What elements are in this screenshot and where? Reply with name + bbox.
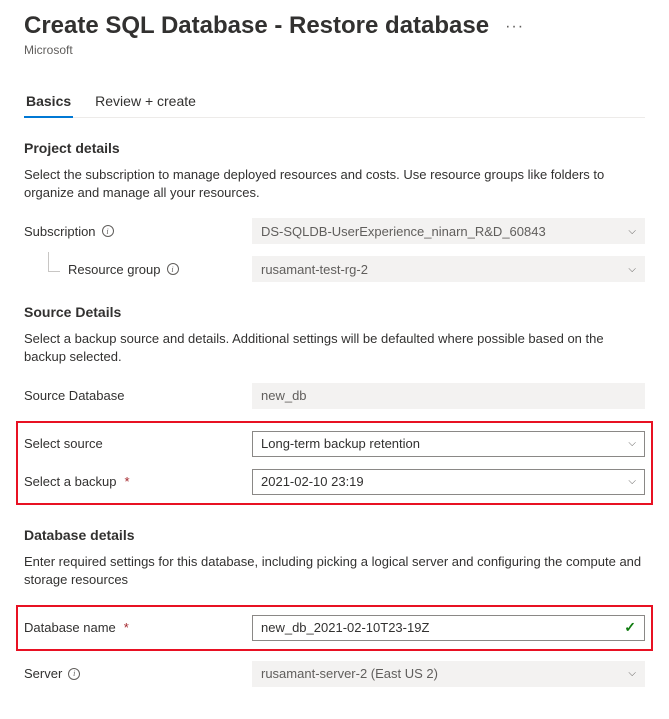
chevron-down-icon: ⌵: [628, 438, 636, 449]
chevron-down-icon: ⌵: [628, 264, 636, 275]
subscription-dropdown[interactable]: DS-SQLDB-UserExperience_ninarn_R&D_60843…: [252, 218, 645, 244]
resource-group-label: Resource group i: [24, 262, 252, 277]
resource-group-value: rusamant-test-rg-2: [261, 262, 628, 277]
select-backup-label-text: Select a backup: [24, 474, 117, 489]
tree-connector: [48, 252, 60, 272]
required-indicator: *: [125, 474, 130, 489]
select-source-label: Select source: [24, 436, 252, 451]
info-icon[interactable]: i: [102, 225, 114, 237]
more-actions-icon[interactable]: ···: [505, 18, 524, 36]
database-name-label: Database name *: [24, 620, 252, 635]
tab-review-create[interactable]: Review + create: [93, 87, 198, 117]
subscription-label: Subscription i: [24, 224, 252, 239]
server-label: Server i: [24, 666, 252, 681]
database-name-value: new_db_2021-02-10T23-19Z: [261, 620, 624, 635]
resource-group-label-text: Resource group: [68, 262, 161, 277]
info-icon[interactable]: i: [68, 668, 80, 680]
server-dropdown[interactable]: rusamant-server-2 (East US 2) ⌵: [252, 661, 645, 687]
highlight-database-name: Database name * new_db_2021-02-10T23-19Z…: [16, 605, 653, 651]
page-title: Create SQL Database - Restore database: [24, 12, 489, 41]
chevron-down-icon: ⌵: [628, 226, 636, 237]
resource-group-dropdown[interactable]: rusamant-test-rg-2 ⌵: [252, 256, 645, 282]
database-details-desc: Enter required settings for this databas…: [24, 553, 645, 589]
required-indicator: *: [124, 620, 129, 635]
select-backup-dropdown[interactable]: 2021-02-10 23:19 ⌵: [252, 469, 645, 495]
tab-basics[interactable]: Basics: [24, 87, 73, 117]
project-details-heading: Project details: [24, 140, 645, 156]
page-subtitle: Microsoft: [24, 43, 645, 57]
checkmark-icon: ✓: [624, 619, 636, 636]
subscription-label-text: Subscription: [24, 224, 96, 239]
database-name-input[interactable]: new_db_2021-02-10T23-19Z ✓: [252, 615, 645, 641]
database-details-heading: Database details: [24, 527, 645, 543]
info-icon[interactable]: i: [167, 263, 179, 275]
source-details-desc: Select a backup source and details. Addi…: [24, 330, 645, 366]
project-details-desc: Select the subscription to manage deploy…: [24, 166, 645, 202]
server-value: rusamant-server-2 (East US 2): [261, 666, 628, 681]
select-backup-value: 2021-02-10 23:19: [261, 474, 628, 489]
select-source-value: Long-term backup retention: [261, 436, 628, 451]
subscription-value: DS-SQLDB-UserExperience_ninarn_R&D_60843: [261, 224, 628, 239]
select-source-dropdown[interactable]: Long-term backup retention ⌵: [252, 431, 645, 457]
source-database-label: Source Database: [24, 388, 252, 403]
server-label-text: Server: [24, 666, 62, 681]
chevron-down-icon: ⌵: [628, 668, 636, 679]
source-database-field: new_db: [252, 383, 645, 409]
select-backup-label: Select a backup *: [24, 474, 252, 489]
source-database-value: new_db: [261, 388, 636, 403]
chevron-down-icon: ⌵: [628, 476, 636, 487]
database-name-label-text: Database name: [24, 620, 116, 635]
tabs: Basics Review + create: [24, 87, 645, 118]
source-details-heading: Source Details: [24, 304, 645, 320]
highlight-source-selection: Select source Long-term backup retention…: [16, 421, 653, 505]
